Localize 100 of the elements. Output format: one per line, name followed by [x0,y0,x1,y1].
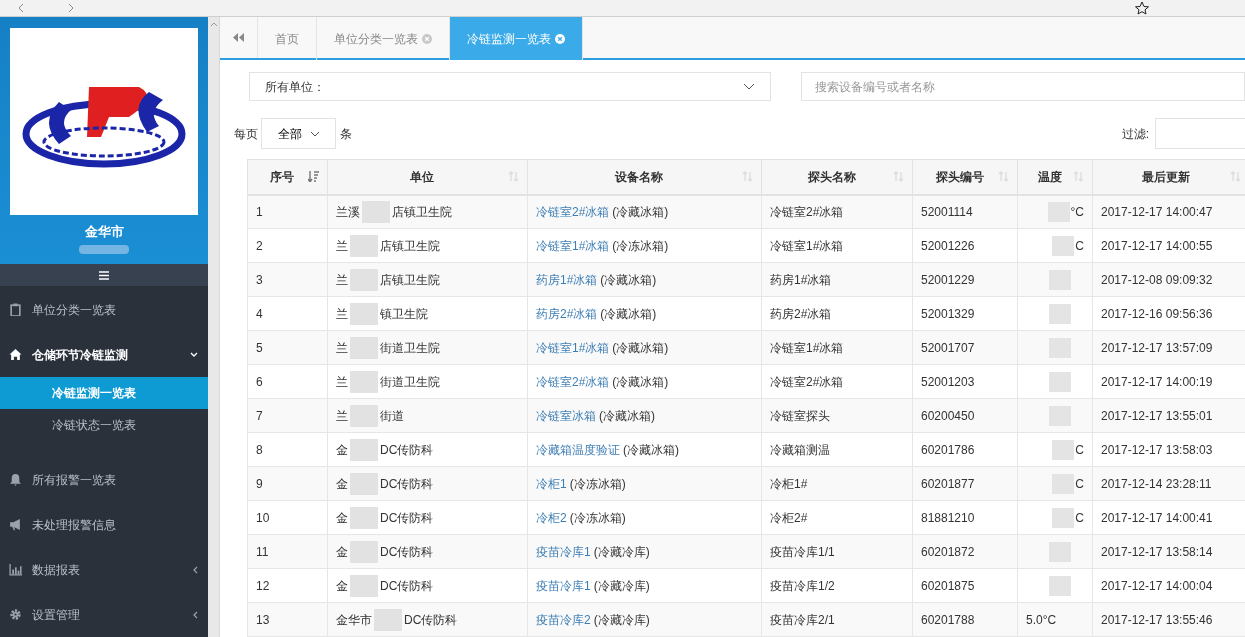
device-link[interactable]: 疫苗冷库1 [536,576,591,595]
device-link[interactable]: 冷链室1#冰箱 [536,236,610,255]
last-update-time: 2017-12-17 13:58:03 [1101,442,1213,457]
device-link[interactable]: 冷柜1 [536,474,567,493]
column-header[interactable]: 探头编号 [912,159,1018,195]
device-type: (冷藏冰箱) [612,373,669,391]
column-header[interactable]: 温度 [1017,159,1093,195]
last-update-time: 2017-12-16 09:56:36 [1101,306,1213,321]
bell-icon [9,473,22,486]
forward-icon[interactable] [66,3,76,13]
last-update-time: 2017-12-17 13:58:14 [1101,544,1213,559]
sort-icon [508,171,519,183]
device-link[interactable]: 药房1#冰箱 [536,270,598,289]
unit-name-start: 兰 [336,271,348,289]
unit-name-start: 兰 [336,407,348,425]
device-link[interactable]: 冷藏箱温度验证 [536,440,620,459]
device-link[interactable]: 疫苗冷库1 [536,542,591,561]
page-size-value: 全部 [277,125,302,143]
tab[interactable]: 冷链监测一览表 [450,17,583,60]
unit-name-start: 金 [336,543,348,561]
blurred-text [350,370,378,393]
device-type: (冷藏冰箱) [612,339,669,357]
temperature: C [1075,237,1084,255]
submenu-item[interactable]: 冷链状态一览表 [0,409,208,441]
sort-icon [998,171,1009,183]
blurred-text [79,244,129,254]
column-header[interactable]: 单位 [327,159,528,195]
last-update-time: 2017-12-17 13:57:09 [1101,340,1213,355]
unit-name-start: 金 [336,577,348,595]
unit-name-start: 金华市 [336,611,372,629]
chevron-down-icon [743,83,755,90]
close-icon[interactable] [555,33,565,44]
device-type: (冷冻冰箱) [569,509,626,527]
blurred-text [1049,575,1071,596]
device-type: (冷藏冰箱) [599,407,655,425]
last-update-time: 2017-12-08 09:09:32 [1101,272,1213,287]
last-update-time: 2017-12-17 13:55:46 [1101,612,1213,627]
unit-name-end: DC传防科 [380,577,434,595]
device-link[interactable]: 冷柜2 [536,508,567,527]
blurred-text [1049,371,1071,392]
device-link[interactable]: 冷链室2#冰箱 [536,372,610,391]
menu-item[interactable]: 数据报表 [0,547,208,592]
star-icon[interactable] [1135,1,1149,15]
close-icon[interactable] [422,33,432,44]
menu-item[interactable]: 未处理报警信息 [0,502,208,547]
unit-name-end: 街道 [380,407,404,425]
row-number: 10 [256,510,270,525]
scroll-up-icon[interactable] [209,21,218,27]
probe-name: 药房1#冰箱 [770,272,832,287]
unit-name-end: DC传防科 [380,543,434,561]
blurred-text [1052,439,1075,460]
probe-number: 52001229 [921,272,975,287]
probe-number: 60201786 [921,442,975,457]
row-number: 1 [256,204,263,219]
column-header[interactable]: 序号 [247,159,328,195]
device-link[interactable]: 药房2#冰箱 [536,304,598,323]
probe-number: 60200450 [921,408,975,423]
city-name: 金华市 [84,223,124,241]
blurred-text [350,234,378,257]
sort-ascending-icon [308,171,319,183]
search-field[interactable]: 搜索设备编号或者名称 [801,72,1245,101]
unit-select[interactable]: 所有单位： [249,72,771,101]
menu-item[interactable]: 单位分类一览表 [0,287,208,332]
probe-name: 冷藏箱测温 [770,442,830,457]
tab[interactable]: 首页 [258,17,317,60]
menu-item[interactable]: 设置管理 [0,592,208,637]
unit-name-start: 兰 [336,373,348,391]
row-number: 8 [256,442,263,457]
page-size-select[interactable]: 全部 [261,118,336,149]
unit-name-end: DC传防科 [380,509,434,527]
submenu-item[interactable]: 冷链监测一览表 [0,377,208,409]
row-number: 2 [256,238,263,253]
last-update-time: 2017-12-17 13:55:01 [1101,408,1213,423]
device-link[interactable]: 冷链室2#冰箱 [536,202,610,221]
unit-name-start: 兰 [336,305,348,323]
temperature: C [1075,441,1084,459]
menu-item[interactable]: 所有报警一览表 [0,457,208,502]
back-icon[interactable] [16,3,26,13]
row-number: 6 [256,374,263,389]
device-link[interactable]: 疫苗冷库2 [536,610,591,629]
filter-field[interactable] [1155,118,1245,149]
row-number: 13 [256,612,270,627]
device-link[interactable]: 冷链室1#冰箱 [536,338,610,357]
clipboard-icon [9,303,22,316]
unit-name-end: DC传防科 [380,441,434,459]
device-link[interactable]: 冷链室冰箱 [536,406,596,425]
probe-name: 冷链室探头 [770,408,830,423]
column-header[interactable]: 最后更新 [1092,159,1245,195]
home-icon [9,348,22,361]
last-update-time: 2017-12-14 23:28:11 [1101,476,1212,491]
column-header[interactable]: 探头名称 [761,159,913,195]
sort-icon [893,171,904,183]
unit-name-start: 金 [336,441,348,459]
probe-name: 冷链室2#冰箱 [770,204,844,219]
blurred-text [1052,235,1075,256]
unit-name-end: DC传防科 [380,475,434,493]
probe-number: 81881210 [921,510,975,525]
column-header[interactable]: 设备名称 [527,159,762,195]
menu-icon[interactable] [99,270,109,280]
menu-item[interactable]: 仓储环节冷链监测 [0,332,208,377]
